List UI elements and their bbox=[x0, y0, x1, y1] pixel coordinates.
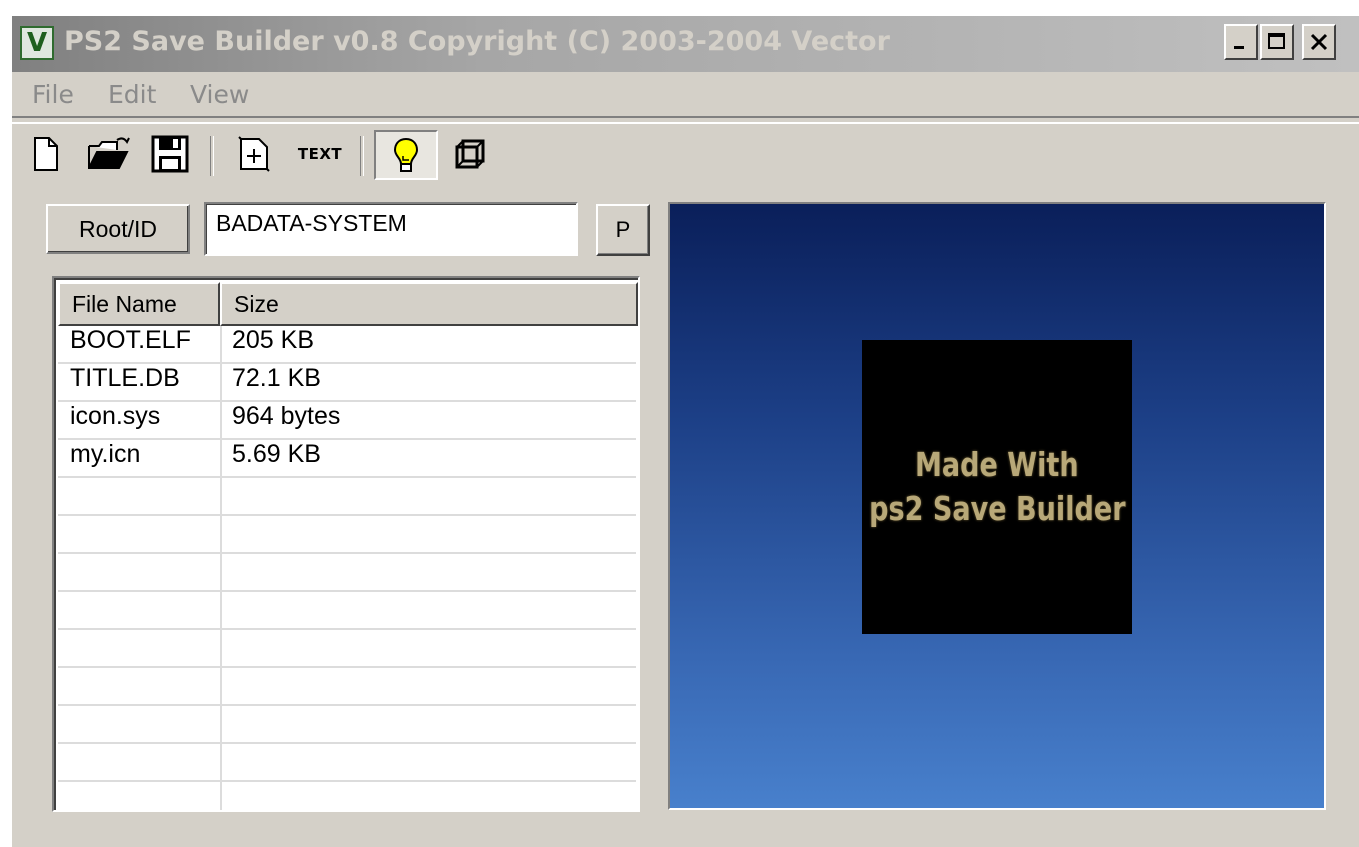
lightbulb-icon bbox=[393, 137, 419, 172]
column-divider bbox=[220, 554, 222, 590]
list-header: File Name Size bbox=[58, 282, 638, 326]
toolbar-separator bbox=[360, 136, 364, 176]
text-button[interactable]: TEXT bbox=[292, 132, 348, 176]
maximize-icon bbox=[1268, 33, 1285, 49]
column-divider bbox=[220, 592, 222, 628]
file-size-cell: 205 KB bbox=[232, 326, 315, 354]
empty-row bbox=[58, 478, 636, 516]
close-button[interactable] bbox=[1302, 24, 1336, 60]
lightbulb-button[interactable] bbox=[374, 130, 438, 180]
menu-edit[interactable]: Edit bbox=[108, 80, 156, 112]
column-divider bbox=[220, 630, 222, 666]
column-divider bbox=[220, 402, 222, 438]
toolbar-separator bbox=[210, 136, 214, 176]
p-button[interactable]: P bbox=[596, 204, 650, 256]
icon-preview-panel[interactable]: Made With ps2 Save Builder bbox=[668, 202, 1326, 810]
table-row[interactable]: TITLE.DB 72.1 KB bbox=[58, 364, 636, 402]
file-name-cell: my.icn bbox=[70, 440, 141, 468]
menu-bar: File Edit View bbox=[12, 74, 1359, 118]
3d-cube-icon bbox=[455, 139, 485, 169]
save-disk-icon bbox=[151, 135, 189, 173]
minimize-icon bbox=[1234, 46, 1244, 49]
empty-row bbox=[58, 592, 636, 630]
title-bar[interactable]: V PS2 Save Builder v0.8 Copyright (C) 20… bbox=[12, 16, 1359, 72]
root-id-input[interactable]: BADATA-SYSTEM bbox=[204, 202, 578, 256]
column-divider bbox=[220, 782, 222, 810]
new-file-button[interactable] bbox=[28, 132, 64, 176]
app-icon[interactable]: V bbox=[20, 26, 54, 60]
window-title: PS2 Save Builder v0.8 Copyright (C) 2003… bbox=[64, 26, 890, 57]
empty-row bbox=[58, 706, 636, 744]
save-icon-preview: Made With ps2 Save Builder bbox=[862, 340, 1132, 634]
empty-row bbox=[58, 782, 636, 810]
file-name-cell: TITLE.DB bbox=[70, 364, 180, 392]
empty-row bbox=[58, 668, 636, 706]
root-id-label: Root/ID bbox=[46, 204, 190, 254]
file-size-cell: 5.69 KB bbox=[232, 440, 321, 468]
file-list[interactable]: File Name Size BOOT.ELF 205 KB TITLE.DB … bbox=[52, 276, 640, 812]
empty-row bbox=[58, 744, 636, 782]
column-divider bbox=[220, 516, 222, 552]
column-divider bbox=[220, 706, 222, 742]
column-divider bbox=[220, 478, 222, 514]
add-file-button[interactable] bbox=[234, 132, 274, 176]
table-row[interactable]: icon.sys 964 bytes bbox=[58, 402, 636, 440]
open-folder-button[interactable] bbox=[86, 132, 132, 176]
file-name-cell: icon.sys bbox=[70, 402, 161, 430]
column-divider bbox=[220, 440, 222, 476]
save-button[interactable] bbox=[150, 132, 190, 176]
file-size-cell: 72.1 KB bbox=[232, 364, 321, 392]
maximize-button[interactable] bbox=[1260, 24, 1294, 60]
menu-file[interactable]: File bbox=[32, 80, 74, 112]
3d-cube-button[interactable] bbox=[450, 132, 490, 176]
minimize-button[interactable] bbox=[1224, 24, 1258, 60]
column-divider bbox=[220, 364, 222, 400]
empty-row bbox=[58, 630, 636, 668]
open-folder-icon bbox=[88, 137, 130, 169]
column-divider bbox=[220, 744, 222, 780]
app-window: V PS2 Save Builder v0.8 Copyright (C) 20… bbox=[10, 14, 1359, 847]
column-header-size[interactable]: Size bbox=[220, 282, 638, 326]
empty-row bbox=[58, 554, 636, 592]
menu-view[interactable]: View bbox=[190, 80, 249, 112]
list-body: BOOT.ELF 205 KB TITLE.DB 72.1 KB icon.sy… bbox=[58, 326, 636, 810]
table-row[interactable]: BOOT.ELF 205 KB bbox=[58, 326, 636, 364]
preview-text-line-2: ps2 Save Builder bbox=[868, 489, 1126, 528]
close-icon bbox=[1310, 33, 1328, 51]
new-file-icon bbox=[34, 137, 58, 171]
table-row[interactable]: my.icn 5.69 KB bbox=[58, 440, 636, 478]
column-header-file-name[interactable]: File Name bbox=[58, 282, 220, 326]
column-divider bbox=[220, 668, 222, 704]
empty-row bbox=[58, 516, 636, 554]
column-divider bbox=[220, 326, 222, 362]
file-size-cell: 964 bytes bbox=[232, 402, 341, 430]
toolbar: TEXT bbox=[12, 122, 1359, 190]
preview-text-line-1: Made With bbox=[915, 445, 1079, 484]
add-file-icon bbox=[238, 136, 270, 172]
file-name-cell: BOOT.ELF bbox=[70, 326, 191, 354]
text-button-label: TEXT bbox=[297, 145, 343, 163]
